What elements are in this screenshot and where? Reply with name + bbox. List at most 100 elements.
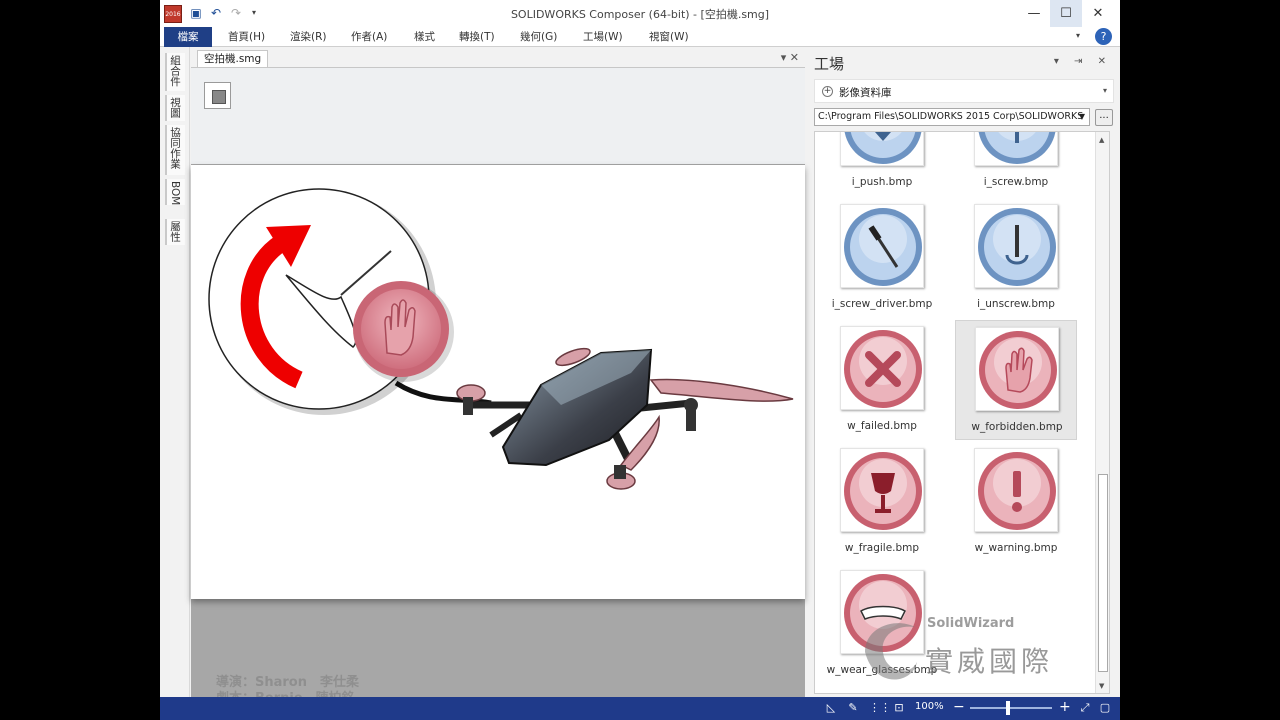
maximize-button[interactable]: ☐: [1050, 0, 1082, 27]
library-path-value: C:\Program Files\SOLIDWORKS 2015 Corp\SO…: [818, 111, 1084, 122]
gallery-thumbnail[interactable]: [840, 448, 924, 532]
expand-icon[interactable]: +: [822, 86, 833, 97]
tab-home[interactable]: 首頁(H): [228, 27, 265, 47]
panel-title: 工場: [814, 55, 845, 73]
tab-author[interactable]: 作者(A): [351, 27, 387, 47]
workshop-panel: 工場 ▾ ⇥ ✕ + 影像資料庫 ▾ C:\Program Files\SOLI…: [814, 47, 1120, 697]
tab-render[interactable]: 渲染(R): [290, 27, 327, 47]
scroll-up-icon[interactable]: ▲: [1099, 136, 1104, 144]
gallery-item-label: w_wear_glasses.bmp: [826, 664, 938, 676]
view-thumbnail-icon[interactable]: [204, 82, 231, 109]
gallery-item-label: w_warning.bmp: [974, 542, 1058, 554]
fit-view-icon[interactable]: ⤢: [1078, 701, 1092, 715]
warning-icon: [978, 452, 1056, 530]
tab-transform[interactable]: 轉換(T): [459, 27, 495, 47]
gallery-thumbnail[interactable]: [840, 132, 924, 166]
grid-icon[interactable]: ⋮⋮: [869, 701, 891, 715]
watermark-company: 實威國際: [925, 645, 1054, 678]
viewport-toolbar-area: [191, 68, 805, 164]
gallery-item[interactable]: i_screw_driver.bmp: [821, 198, 943, 318]
frame-icon[interactable]: ⊡: [892, 701, 906, 715]
ribbon-minimize-icon[interactable]: ▾: [1076, 31, 1080, 40]
gallery-item-label: i_push.bmp: [851, 176, 913, 188]
gallery-item-label: i_unscrew.bmp: [977, 298, 1055, 310]
callout-bubble[interactable]: [208, 188, 454, 415]
credit-director: 導演：Sharon 李仕柔: [216, 675, 359, 690]
tab-geometry[interactable]: 幾何(G): [520, 27, 557, 47]
gallery-item[interactable]: i_unscrew.bmp: [955, 198, 1077, 318]
push-icon: [844, 132, 922, 164]
chevron-down-icon[interactable]: ▾: [1103, 86, 1107, 95]
tab-file[interactable]: 檔案: [164, 27, 212, 47]
gallery-thumbnail[interactable]: [974, 204, 1058, 288]
gallery-item[interactable]: w_forbidden.bmp: [955, 320, 1077, 440]
scene-canvas[interactable]: [191, 165, 805, 599]
browse-button[interactable]: ...: [1095, 109, 1113, 126]
gallery-thumbnail[interactable]: [974, 132, 1058, 166]
gallery-item[interactable]: w_wear_glasses.bmp: [821, 564, 943, 684]
failed-icon: [844, 330, 922, 408]
tab-assembly[interactable]: 組合件: [165, 53, 185, 91]
drone-scene[interactable]: [191, 165, 805, 599]
gallery-item-label: w_failed.bmp: [847, 420, 917, 432]
forbidden-hand-icon: [353, 281, 454, 382]
gallery-item-label: w_fragile.bmp: [844, 542, 920, 554]
gallery-thumbnail[interactable]: [840, 326, 924, 410]
screw-icon: [978, 132, 1056, 164]
forbidden-hand-icon: [979, 331, 1057, 409]
library-path-select[interactable]: C:\Program Files\SOLIDWORKS 2015 Corp\SO…: [814, 108, 1090, 126]
image-gallery[interactable]: i_push.bmp i_screw.bmp i_screw_driver.bmp i…: [814, 131, 1110, 694]
tab-window[interactable]: 視窗(W): [649, 27, 689, 47]
window-title: SOLIDWORKS Composer (64-bit) - [空拍機.smg]: [510, 8, 770, 21]
zoom-slider-track[interactable]: [970, 707, 1052, 709]
glasses-icon: [844, 574, 922, 652]
gallery-item-label: i_screw_driver.bmp: [831, 298, 933, 310]
close-button[interactable]: ✕: [1082, 0, 1114, 27]
scroll-thumb[interactable]: [1098, 474, 1108, 672]
help-icon[interactable]: ?: [1095, 28, 1112, 45]
status-bar: ◺ ✎ ⋮⋮ ⊡ 100% − + ⤢ ▢: [160, 697, 1120, 720]
gallery-thumbnail[interactable]: [975, 327, 1059, 411]
composer-window: 2016 ▣ ↶ ↷ ▾ SOLIDWORKS Composer (64-bit…: [160, 0, 1120, 720]
image-library-title: 影像資料庫: [839, 87, 892, 99]
tab-collaboration[interactable]: 協同作業: [165, 125, 185, 175]
gallery-item[interactable]: w_warning.bmp: [955, 442, 1077, 562]
gallery-item-label: w_forbidden.bmp: [971, 421, 1063, 433]
gallery-item[interactable]: w_fragile.bmp: [821, 442, 943, 562]
dropdown-arrow-icon[interactable]: ▼: [1079, 109, 1085, 125]
document-area: 空拍機.smg ▾ ✕ 導演：Sharon 李仕柔: [191, 47, 805, 706]
tab-bom[interactable]: BOM: [165, 179, 185, 205]
gallery-thumbnail[interactable]: [974, 448, 1058, 532]
gallery-scrollbar[interactable]: ▲ ▼: [1095, 132, 1109, 693]
fragile-glass-icon: [844, 452, 922, 530]
scroll-down-icon[interactable]: ▼: [1099, 682, 1104, 690]
zoom-level: 100%: [915, 701, 944, 712]
viewport[interactable]: 導演：Sharon 李仕柔 劇本：Bernie 陳柏銘: [191, 67, 805, 706]
gallery-thumbnail[interactable]: [840, 570, 924, 654]
minimize-button[interactable]: —: [1018, 0, 1050, 27]
drone-model[interactable]: [456, 345, 794, 490]
gallery-item[interactable]: i_screw.bmp: [955, 132, 1077, 196]
zoom-slider-thumb[interactable]: [1006, 701, 1010, 715]
tab-workshop[interactable]: 工場(W): [583, 27, 623, 47]
gallery-item[interactable]: w_failed.bmp: [821, 320, 943, 440]
gallery-item[interactable]: i_push.bmp: [821, 132, 943, 196]
left-tab-strip: 組合件 視圖 協同作業 BOM 屬性: [160, 47, 190, 697]
pencil-icon[interactable]: ✎: [846, 701, 860, 715]
measure-icon[interactable]: ◺: [824, 701, 838, 715]
gallery-item-label: i_screw.bmp: [983, 176, 1049, 188]
ribbon-tabs: 檔案 首頁(H) 渲染(R) 作者(A) 樣式 轉換(T) 幾何(G) 工場(W…: [160, 27, 1120, 47]
tab-views[interactable]: 視圖: [165, 95, 185, 121]
document-tab[interactable]: 空拍機.smg: [197, 50, 269, 67]
tab-properties[interactable]: 屬性: [165, 219, 185, 245]
panel-controls[interactable]: ▾ ⇥ ✕: [1054, 56, 1112, 67]
gallery-thumbnail[interactable]: [840, 204, 924, 288]
zoom-in-button[interactable]: +: [1059, 699, 1071, 715]
image-library-header[interactable]: + 影像資料庫 ▾: [814, 79, 1114, 103]
tab-style[interactable]: 樣式: [414, 27, 435, 47]
document-tab-controls[interactable]: ▾ ✕: [781, 51, 799, 64]
zoom-out-button[interactable]: −: [953, 699, 965, 715]
unscrew-icon: [978, 208, 1056, 286]
screwdriver-icon: [844, 208, 922, 286]
fullscreen-icon[interactable]: ▢: [1098, 701, 1112, 715]
